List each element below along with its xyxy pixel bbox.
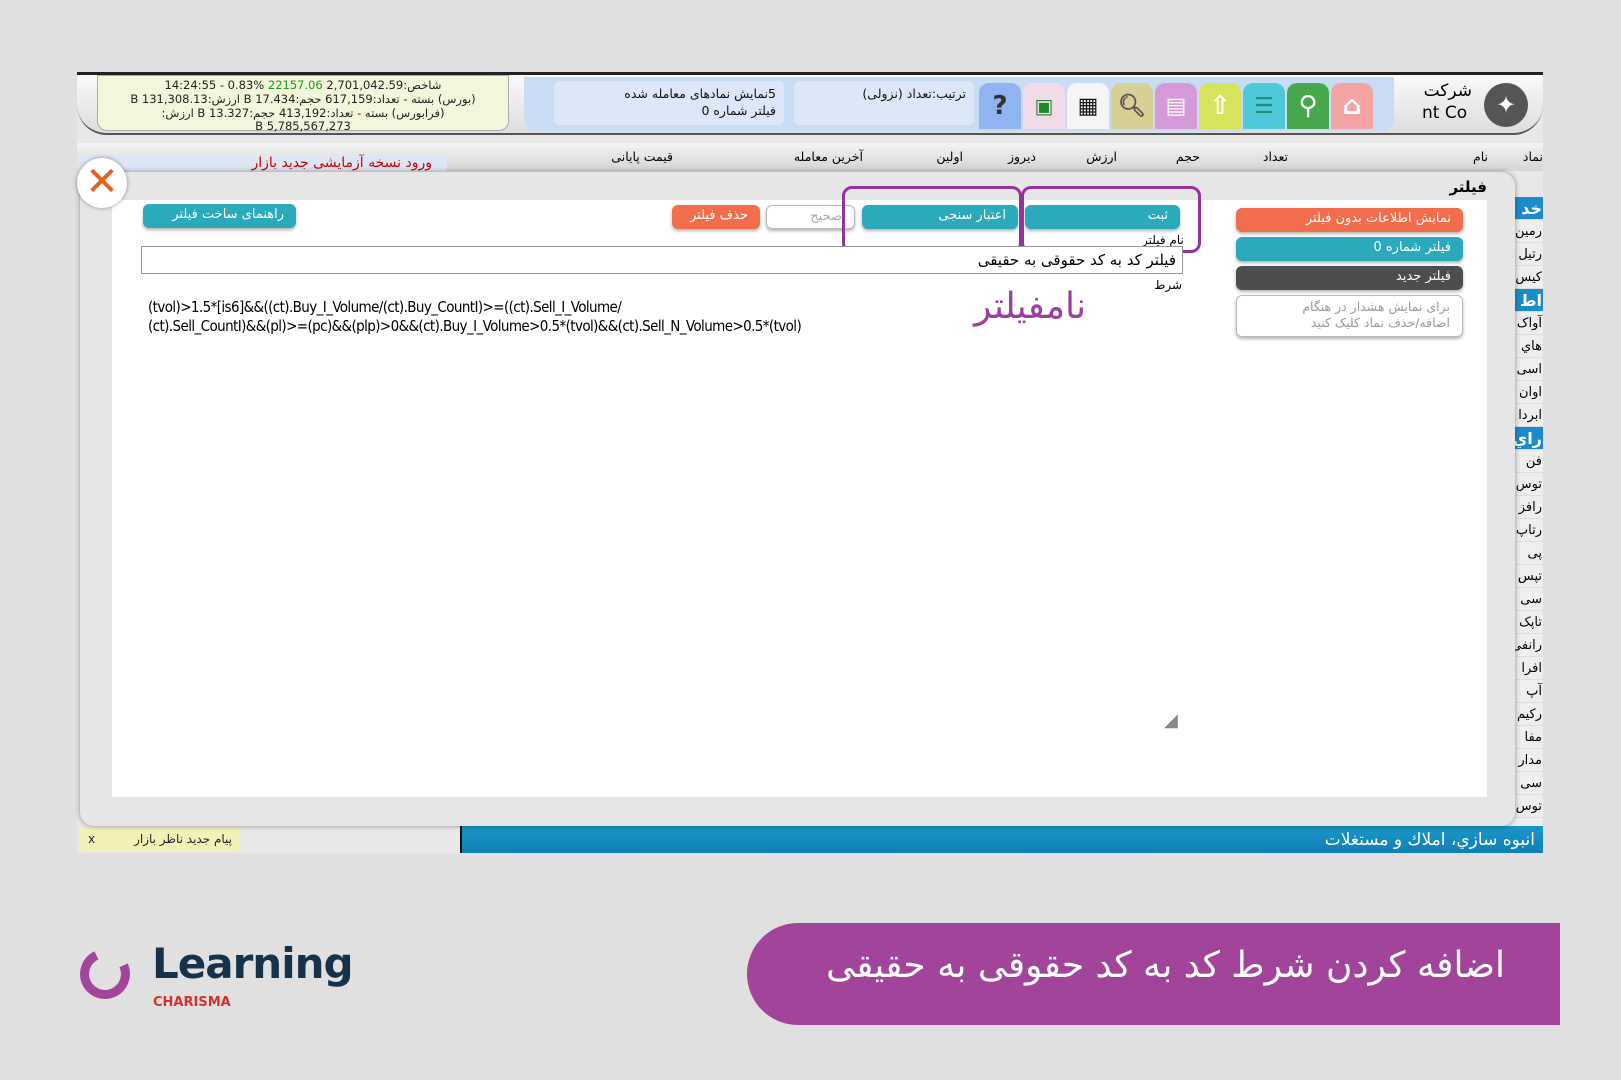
filter-name-label: نام فیلتر [1142,233,1184,246]
farabourse-value: 5,785,567,273 B [255,119,351,133]
warning-line: اضافه/حذف نماد کلیک کنید [1310,315,1450,330]
symbol-list-item[interactable]: رانفی [1512,634,1543,657]
tool-strip: 5نمایش نمادهای معامله شده فیلتر شماره 0 … [524,77,1394,131]
symbol-list-item[interactable]: کیس [1512,266,1543,289]
symbol-list-item[interactable]: ابردا [1512,404,1543,427]
symbol-list-item[interactable]: آپ [1512,680,1543,703]
index-total: شاخص:2,701,042.59 [326,78,442,92]
symbol-list-item[interactable]: راي [1512,427,1543,450]
symbol-list-item[interactable]: اط [1512,289,1543,312]
symbol-list: خد رمین رتیل کیس اط آواک هاي اسی اوان ابردا راي فن ت… [1512,197,1543,827]
symbol-list-item[interactable]: اسی [1512,358,1543,381]
annotation-label: نامفیلتر [974,286,1086,327]
new-filter-button[interactable]: فیلتر جدید [1236,266,1463,290]
warning-line: برای نمایش هشدار در هنگام [1302,299,1450,314]
info-line: فیلتر شماره 0 [701,103,776,118]
company-logo: شرکت nt Co ✦ [1422,81,1532,129]
condition-label: شرط [1154,278,1182,292]
warning-toggle-button[interactable]: برای نمایش هشدار در هنگام اضافه/حذف نماد… [1236,295,1463,337]
calendar-icon[interactable]: ▤ [1155,83,1197,129]
symbol-list-item[interactable]: رتاپ [1512,519,1543,542]
symbol-list-item[interactable]: خد [1512,197,1543,220]
symbol-list-item[interactable]: توس [1512,473,1543,496]
company-emblem-icon: ✦ [1484,83,1528,127]
filter-info: 5نمایش نمادهای معامله شده فیلتر شماره 0 [554,81,784,125]
symbol-list-item[interactable]: رتیل [1512,243,1543,266]
col-value[interactable]: ارزش [1086,149,1117,164]
condition-textarea[interactable]: (tvol)>1.5*[is6]&&((ct).Buy_I_Volume/(ct… [148,298,948,718]
index-change-time: %0.83 - 14:24:55 [164,78,265,92]
market-message-box[interactable]: پیام جدید ناظر بازار x [80,828,240,852]
preview-icon[interactable]: 🔍︎ [1111,83,1153,129]
dialog-body: راهنمای ساخت فیلتر حذف فیلتر صحیح اعتبار… [112,186,1487,797]
list-icon[interactable]: ☰ [1243,83,1285,129]
condition-line: (tvol)>1.5*[is6]&&((ct).Buy_I_Volume/(ct… [148,298,622,316]
company-name-en: nt Co [1422,103,1468,123]
symbol-list-item[interactable]: رمین [1512,220,1543,243]
col-name[interactable]: نام [1473,149,1488,164]
col-first[interactable]: اولین [936,149,963,164]
logo-word: Learning [152,939,354,988]
resize-grip-icon[interactable]: ◢ [1164,710,1178,731]
message-close-button[interactable]: x [88,832,95,848]
symbol-list-item[interactable]: رافز [1512,496,1543,519]
logo-ring-icon [72,941,138,1007]
col-symbol[interactable]: نماد [1523,149,1543,164]
symbol-list-item[interactable]: افرا [1512,657,1543,680]
symbol-list-item[interactable]: رکیم [1512,703,1543,726]
col-volume[interactable]: حجم [1176,149,1200,164]
symbol-list-item[interactable]: فن [1512,450,1543,473]
logo-sub: CHARISMA [153,995,231,1010]
index-value: 22157.06 [267,78,323,92]
company-name: شرکت [1423,81,1472,101]
col-count[interactable]: تعداد [1263,149,1288,164]
caption-banner: اضافه کردن شرط کد به کد حقوقی به حقیقی [747,923,1560,1025]
bourse-stats: (بورس) بسته - تعداد:617,159 حجم:17.434 B… [130,92,476,106]
symbol-list-item[interactable]: تپس [1512,565,1543,588]
market-message-text[interactable]: پیام جدید ناظر بازار [134,832,232,848]
symbol-list-item[interactable]: اوان [1512,381,1543,404]
sector-bar: انبوه سازي، املاك و مستغلات [460,826,1543,853]
dialog-title: فیلتر [1449,178,1487,196]
col-last-trade[interactable]: آخرین معامله [794,149,863,164]
symbol-list-item[interactable]: پی [1512,542,1543,565]
market-index-box: شاخص:2,701,042.59 22157.06 %0.83 - 14:24… [97,75,509,133]
grid-icon[interactable]: ▦ [1067,83,1109,129]
symbol-list-item[interactable]: سی [1512,772,1543,795]
home-icon[interactable]: ⌂ [1331,83,1373,129]
close-x-icon[interactable]: ✕ [77,158,127,208]
show-unfiltered-button[interactable]: نمایش اطلاعات بدون فیلتر [1236,208,1463,232]
symbol-list-item[interactable]: توس [1512,795,1543,818]
upload-icon[interactable]: ⇧ [1199,83,1241,129]
col-closing-price[interactable]: قیمت پایانی [611,149,673,164]
symbol-list-item[interactable]: هاي [1512,335,1543,358]
highlight-validate [842,186,1022,253]
excel-icon[interactable]: ▣ [1023,83,1065,129]
info-line: 5نمایش نمادهای معامله شده [624,86,776,101]
filter-0-button[interactable]: فیلتر شماره 0 [1236,237,1463,261]
symbol-list-item[interactable]: تاپک [1512,611,1543,634]
farabourse-stats: (فرابورس) بسته - تعداد:413,192 حجم:13.32… [161,106,445,120]
help-icon[interactable]: ? [979,83,1021,129]
condition-line: (ct).Sell_CountI)&&(pl)>=(pc)&&(plp)>0&&… [148,317,802,335]
filter-dialog: فیلتر راهنمای ساخت فیلتر حذف فیلتر صحیح … [80,172,1515,826]
top-toolbar: شاخص:2,701,042.59 22157.06 %0.83 - 14:24… [77,75,1543,135]
symbol-list-item[interactable]: آواک [1512,312,1543,335]
filter-name-input[interactable] [141,246,1183,274]
symbol-list-item[interactable]: مفا [1512,726,1543,749]
search-icon[interactable]: ⚲ [1287,83,1329,129]
learning-charisma-logo: Learning CHARISMA [72,939,354,1015]
symbol-list-item[interactable]: مدار [1512,749,1543,772]
filter-guide-button[interactable]: راهنمای ساخت فیلتر [143,204,296,228]
sort-info: ترتیب:تعداد (نزولی) [794,81,974,125]
delete-filter-button[interactable]: حذف فیلتر [672,205,760,229]
symbol-list-item[interactable]: سی [1512,588,1543,611]
col-yesterday[interactable]: دیروز [1008,149,1036,164]
